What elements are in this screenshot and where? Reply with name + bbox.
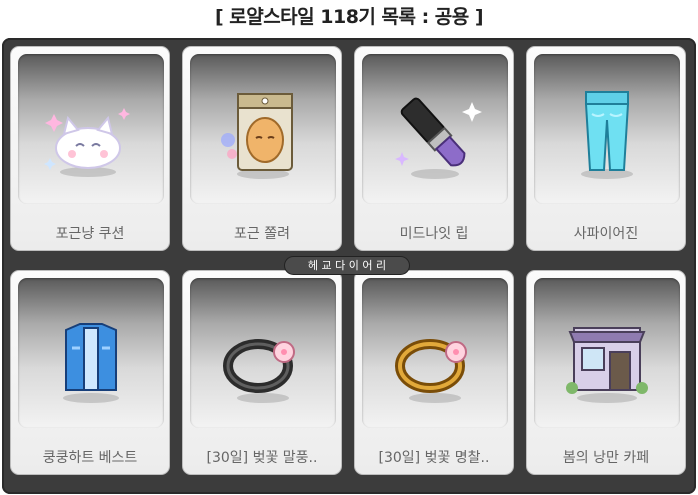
item-frame bbox=[534, 54, 680, 204]
item-card-cat-cushion[interactable]: 포근냥 쿠션 bbox=[10, 46, 170, 251]
gold-ring-icon bbox=[395, 339, 467, 403]
badge-label: 헤 교 다 이 어 리 bbox=[285, 257, 409, 274]
face-mask-pack-icon bbox=[221, 93, 293, 179]
item-frame bbox=[362, 278, 508, 428]
black-ring-icon bbox=[223, 339, 295, 403]
item-name: [30일] 벚꽃 말풍.. bbox=[206, 450, 318, 466]
item-name: 쿵쿵하트 베스트 bbox=[42, 450, 138, 466]
page-title: [ 로얄스타일 118기 목록 : 공용 ] bbox=[214, 6, 484, 28]
cafe-icon bbox=[566, 327, 648, 403]
item-card-cafe[interactable]: 봄의 낭만 카페 bbox=[526, 270, 686, 475]
item-frame bbox=[18, 278, 164, 428]
item-card-face-pack[interactable]: 포근 쫄려 bbox=[182, 46, 342, 251]
item-frame bbox=[534, 278, 680, 428]
item-name: 봄의 낭만 카페 bbox=[562, 450, 650, 466]
item-card-gold-ring[interactable]: [30일] 벚꽃 명찰.. bbox=[354, 270, 514, 475]
jeans-icon bbox=[581, 91, 633, 179]
item-frame bbox=[362, 54, 508, 204]
item-name: 포근 쫄려 bbox=[234, 226, 290, 242]
item-card-vest[interactable]: 쿵쿵하트 베스트 bbox=[10, 270, 170, 475]
item-name: 포근냥 쿠션 bbox=[55, 226, 125, 242]
item-name: [30일] 벚꽃 명찰.. bbox=[378, 450, 490, 466]
item-name: 사파이어진 bbox=[573, 226, 639, 242]
item-name: 미드나잇 립 bbox=[399, 226, 469, 242]
vest-icon bbox=[63, 323, 119, 403]
item-card-black-ring[interactable]: [30일] 벚꽃 말풍.. bbox=[182, 270, 342, 475]
item-frame bbox=[18, 54, 164, 204]
item-card-jeans[interactable]: 사파이어진 bbox=[526, 46, 686, 251]
lipstick-icon bbox=[395, 97, 482, 179]
item-frame bbox=[190, 278, 336, 428]
item-card-lipstick[interactable]: 미드나잇 립 bbox=[354, 46, 514, 251]
cat-cushion-icon bbox=[44, 108, 130, 177]
item-frame bbox=[190, 54, 336, 204]
